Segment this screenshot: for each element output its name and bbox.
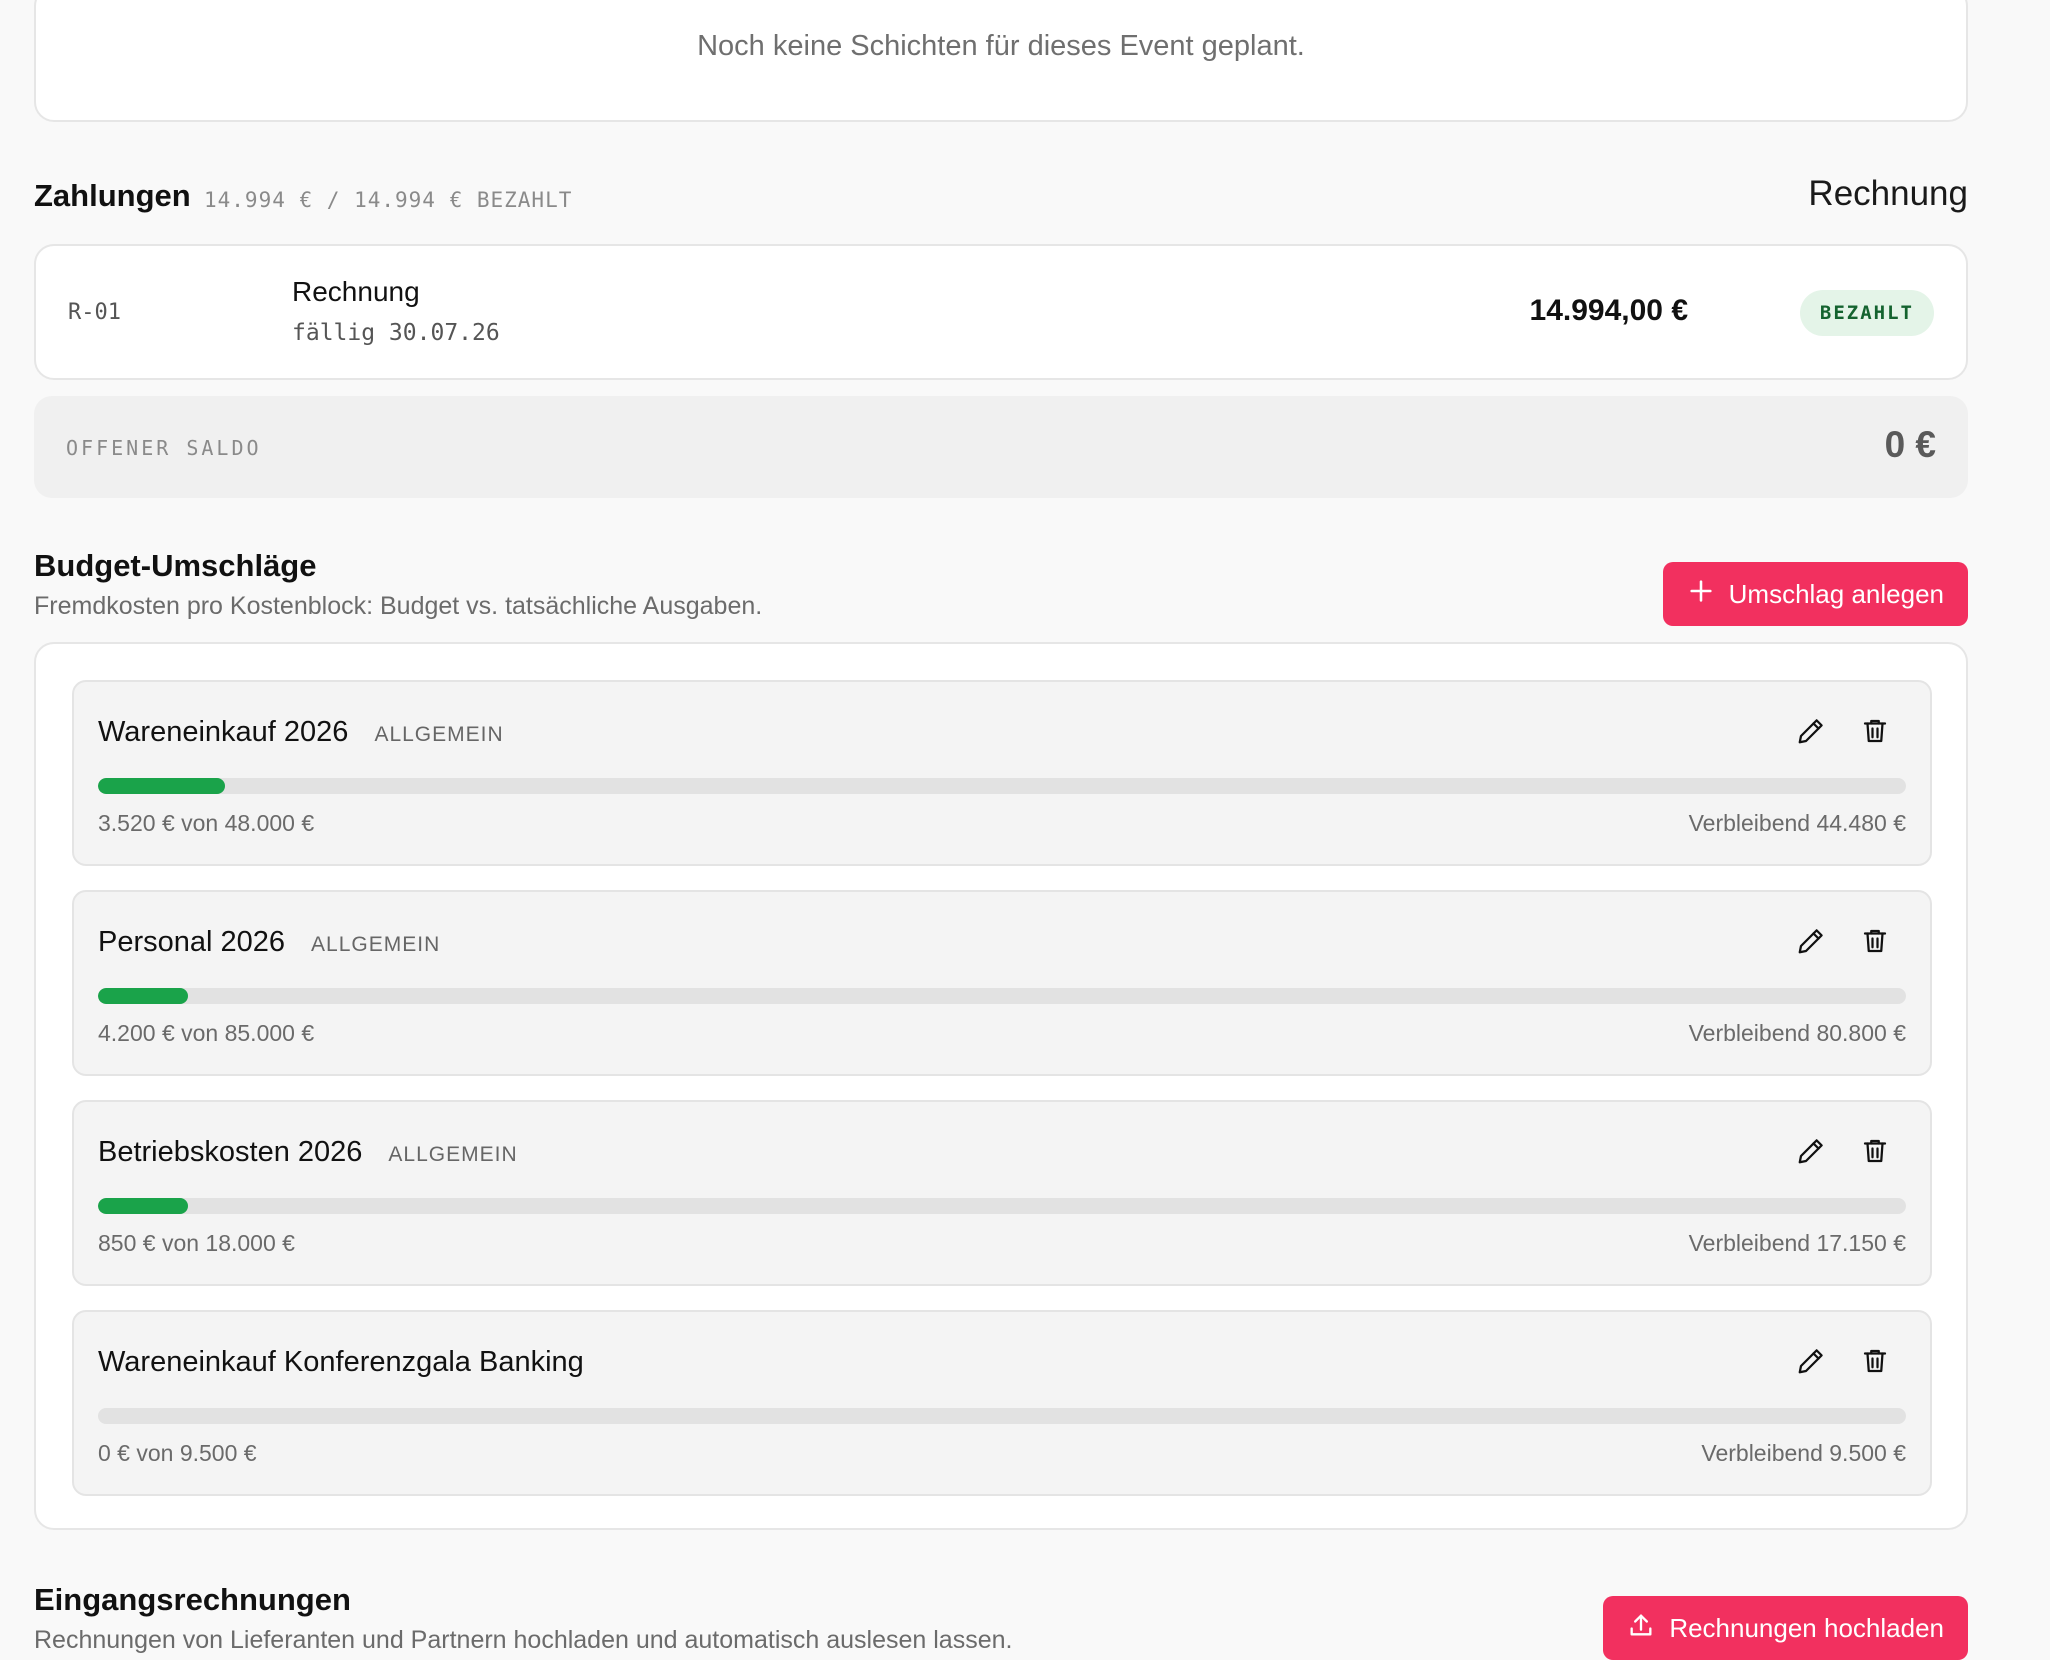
incoming-invoices-title: Eingangsrechnungen (34, 1582, 351, 1617)
pencil-icon[interactable] (1796, 1346, 1826, 1376)
pencil-icon[interactable] (1796, 926, 1826, 956)
payment-amount: 14.994,00 € (1529, 294, 1688, 327)
budget-subtitle: Fremdkosten pro Kostenblock: Budget vs. … (34, 592, 763, 620)
envelope-spent: 850 € von 18.000 € (98, 1230, 295, 1256)
budget-progress-bar (98, 1408, 1906, 1424)
budget-progress-fill (98, 1198, 189, 1214)
trash-icon[interactable] (1860, 1346, 1890, 1376)
add-envelope-button[interactable]: Umschlag anlegen (1662, 562, 1968, 626)
add-envelope-label: Umschlag anlegen (1728, 578, 1944, 609)
upload-invoices-label: Rechnungen hochladen (1669, 1612, 1944, 1643)
shifts-empty-message: Noch keine Schichten für dieses Event ge… (697, 30, 1305, 62)
trash-icon[interactable] (1860, 1136, 1890, 1166)
invoice-link[interactable]: Rechnung (1808, 174, 1968, 214)
envelope-item: Betriebskosten 2026 ALLGEMEIN 850 € von 1… (72, 1100, 1932, 1286)
payment-row[interactable]: R-01 Rechnung fällig 30.07.26 14.994,00 … (34, 244, 1968, 380)
envelope-tag: ALLGEMEIN (311, 933, 441, 956)
budget-title: Budget-Umschläge (34, 548, 317, 583)
budget-progress-bar (98, 778, 1906, 794)
envelope-remaining: Verbleibend 44.480 € (1688, 810, 1906, 836)
open-balance-label: OFFENER SALDO (66, 436, 262, 460)
plus-icon (1687, 577, 1715, 612)
payments-summary: 14.994 € / 14.994 € BEZAHLT (204, 188, 573, 212)
pencil-icon[interactable] (1796, 1136, 1826, 1166)
envelope-item: Wareneinkauf 2026 ALLGEMEIN 3.520 € von 4… (72, 680, 1932, 866)
incoming-invoices-subtitle: Rechnungen von Lieferanten und Partnern … (34, 1626, 1013, 1654)
shifts-empty-card: Noch keine Schichten für dieses Event ge… (34, 0, 1968, 122)
budget-progress-fill (98, 778, 225, 794)
envelope-remaining: Verbleibend 80.800 € (1688, 1020, 1906, 1046)
envelope-spent: 0 € von 9.500 € (98, 1440, 257, 1466)
envelope-name: Personal 2026 (98, 926, 286, 958)
envelope-tag: ALLGEMEIN (388, 1143, 518, 1166)
envelope-item: Wareneinkauf Konferenzgala Banking 0 € v… (72, 1310, 1932, 1496)
status-badge: BEZAHLT (1799, 290, 1934, 336)
payment-name: Rechnung (292, 276, 420, 307)
open-balance-value: 0 € (1884, 424, 1936, 465)
budget-progress-fill (98, 988, 189, 1004)
trash-icon[interactable] (1860, 926, 1890, 956)
envelope-item: Personal 2026 ALLGEMEIN 4.200 € von 85.00… (72, 890, 1932, 1076)
envelope-remaining: Verbleibend 9.500 € (1701, 1440, 1906, 1466)
payment-id: R-01 (68, 300, 121, 325)
envelope-remaining: Verbleibend 17.150 € (1688, 1230, 1906, 1256)
budget-progress-bar (98, 1198, 1906, 1214)
page: Noch keine Schichten für dieses Event ge… (0, 0, 2050, 1660)
envelope-name: Wareneinkauf Konferenzgala Banking (98, 1346, 584, 1378)
envelope-name: Wareneinkauf 2026 (98, 716, 349, 748)
pencil-icon[interactable] (1796, 716, 1826, 746)
upload-icon (1627, 1611, 1655, 1646)
envelope-spent: 4.200 € von 85.000 € (98, 1020, 315, 1046)
envelope-name: Betriebskosten 2026 (98, 1136, 363, 1168)
payments-title: Zahlungen (34, 178, 191, 213)
envelopes-card: Wareneinkauf 2026 ALLGEMEIN 3.520 € von 4… (34, 642, 1968, 1530)
open-balance: OFFENER SALDO 0 € (34, 396, 1968, 498)
envelope-spent: 3.520 € von 48.000 € (98, 810, 315, 836)
trash-icon[interactable] (1860, 716, 1890, 746)
envelope-tag: ALLGEMEIN (374, 723, 504, 746)
budget-progress-bar (98, 988, 1906, 1004)
upload-invoices-button[interactable]: Rechnungen hochladen (1603, 1596, 1968, 1660)
payment-due-date: fällig 30.07.26 (292, 320, 500, 346)
